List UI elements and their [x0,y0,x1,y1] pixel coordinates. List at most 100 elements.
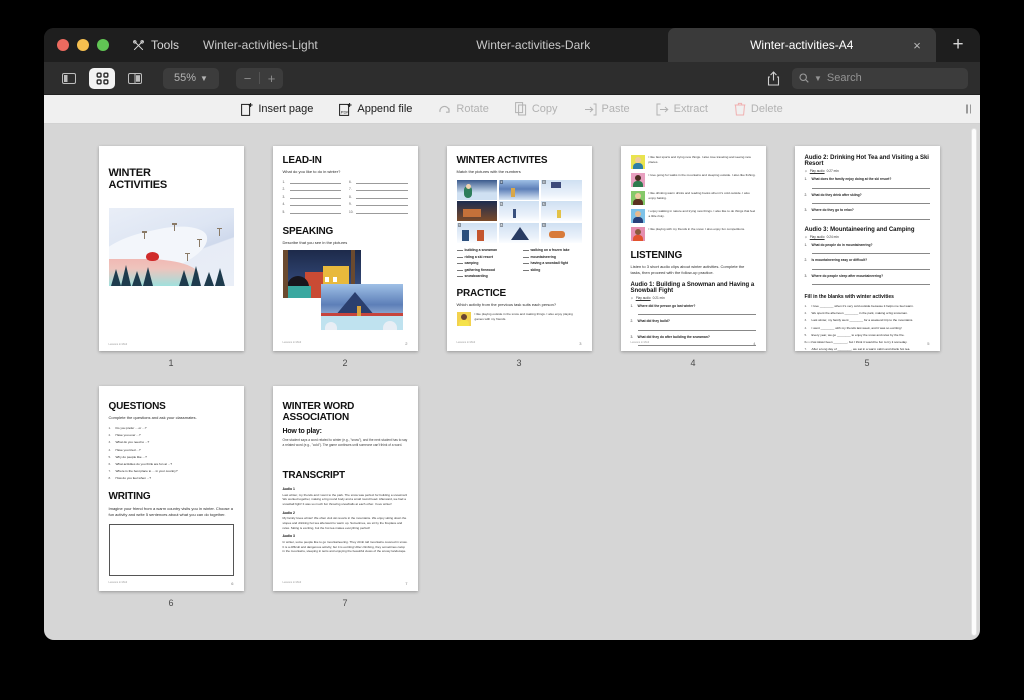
thumbnail-cell-3[interactable]: WINTER ACTIVITES Match the pictures with… [432,146,606,368]
page-thumbnail-5[interactable]: Audio 2: Drinking Hot Tea and Visiting a… [794,146,940,351]
page-action-bar: Insert page PDF Append file Rotate Copy … [44,95,980,124]
thumbnail-grid: WINTER ACTIVITIES Lessons in Mind 1 LEAD… [44,124,980,626]
paste-button[interactable]: Paste [584,103,630,116]
tools-button[interactable]: Tools [122,38,189,52]
footer-left: Lessons in Mind [108,343,128,346]
writing-answer-box[interactable] [108,524,234,577]
avatar [630,173,645,187]
window-controls [44,28,122,62]
tab-label: Winter-activities-Light [203,38,318,52]
tools-icon [133,39,144,50]
footer-left: Lessons in Mind [630,341,650,344]
page-thumbnail-2[interactable]: LEAD-IN What do you like to do in winter… [272,146,418,351]
rotate-label: Rotate [456,103,489,115]
page-thumbnail-7[interactable]: WINTER WORD ASSOCIATION How to play: One… [272,386,418,591]
dual-page-view-button[interactable] [122,68,148,89]
audio-2-questions: 1. What does the family enjoy doing at th… [805,177,930,220]
thumbnail-cell-1[interactable]: WINTER ACTIVITIES Lessons in Mind 1 [84,146,258,368]
zoom-level-select[interactable]: 55% ▼ [163,67,219,89]
play-audio-label[interactable]: Play audio [636,296,651,300]
share-button[interactable] [761,67,785,89]
new-tab-button[interactable]: + [936,28,980,62]
zoom-out-button[interactable]: − [236,71,259,86]
word-association-heading-line1: WINTER WORD [282,401,355,412]
close-window-button[interactable] [57,39,69,51]
tile-number: 6 [541,201,546,206]
search-scope-chevron-icon[interactable]: ▼ [814,74,822,83]
thumbnail-cell-6[interactable]: QUESTIONS Complete the questions and ask… [84,386,258,608]
tab-winter-activities-a4[interactable]: Winter-activities-A4 × [667,28,937,62]
practice-prompt: Which activity from the previous task su… [456,302,557,308]
main-toolbar: 55% ▼ − + ▼ Search [44,62,980,95]
word-item: camping [464,261,479,266]
trash-icon [734,102,746,116]
audio-3-play-link[interactable]: ♬ Play audio 0:24 min [805,235,930,239]
activity-word-list: building a snowman riding a ski resort c… [456,248,582,281]
question-text: How do you feel when ...? [115,476,152,481]
minimize-window-button[interactable] [77,39,89,51]
audio-1-play-link[interactable]: ♬ Play audio 0:21 min [631,296,756,300]
page-thumbnail-6[interactable]: QUESTIONS Complete the questions and ask… [98,386,244,591]
activity-tile: 6 [540,201,582,222]
play-audio-label[interactable]: Play audio [810,169,825,173]
question-text: What do you need to ...? [115,440,150,445]
question-text: Where do people sleep after mountaineeri… [811,273,884,278]
audio-2-play-link[interactable]: ♬ Play audio 0:27 min [805,169,930,173]
delete-button[interactable]: Delete [734,102,783,116]
avatar [630,227,645,241]
page-footer: Lessons in Mind 5 [805,341,930,346]
line-number: 5. [282,209,286,214]
question-text: What does the family enjoy doing at the … [811,177,892,181]
maximize-window-button[interactable] [97,39,109,51]
copy-button[interactable]: Copy [514,102,558,116]
footer-page-number: 2 [405,341,408,346]
zoom-stepper[interactable]: − + [236,67,283,89]
thumbnail-cell-7[interactable]: WINTER WORD ASSOCIATION How to play: One… [258,386,432,608]
scrollbar-thumb[interactable] [971,128,977,636]
play-audio-label[interactable]: Play audio [810,235,825,239]
transcript-label: Audio 2 [282,510,295,515]
activity-tile: 1 [456,179,498,200]
person-text: I enjoy walking in nature and trying new… [648,209,756,218]
zoom-in-button[interactable]: + [260,71,283,86]
tab-winter-activities-light[interactable]: Winter-activities-Light [189,28,399,62]
transcript-text: Last winter, my friends and I went to th… [282,492,408,507]
append-file-button[interactable]: PDF Append file [339,102,412,116]
footer-left: Lessons in Mind [108,581,128,584]
grid-view-button[interactable] [89,67,115,89]
close-icon[interactable]: × [910,38,924,53]
question-text: Where is the best place to ... in your c… [115,469,178,474]
question-text: Have you tried ...? [115,447,141,452]
question-text: What activities do you think are fun at … [115,461,173,466]
activity-tile: 4 [456,201,498,222]
line-number: 9. [349,202,352,207]
question-text: What did they build? [637,319,670,324]
page-thumbnail-area[interactable]: WINTER ACTIVITIES Lessons in Mind 1 LEAD… [44,124,980,640]
insert-page-button[interactable]: Insert page [241,102,313,116]
tab-winter-activities-dark[interactable]: Winter-activities-Dark [399,28,668,62]
page-thumbnail-4[interactable]: I like fast sports and trying new things… [620,146,766,351]
how-to-play-heading: How to play: [282,428,322,436]
vertical-scrollbar[interactable] [971,128,977,636]
page-number-label: 7 [342,598,348,608]
speaking-prompt: Describe that you see in the pictures [282,240,348,246]
thumbnail-cell-5[interactable]: Audio 2: Drinking Hot Tea and Visiting a… [780,146,954,368]
person-text: I like fast sports and trying new things… [648,155,751,164]
extract-button[interactable]: Extract [656,103,708,116]
question-text: Is mountaineering easy or difficult? [811,258,868,262]
transcript-label: Audio 1 [282,487,295,492]
toolbar-grip-icon[interactable] [966,104,971,114]
cover-illustration [108,207,234,286]
thumbnail-cell-4[interactable]: I like fast sports and trying new things… [606,146,780,368]
thumbnail-cell-2[interactable]: LEAD-IN What do you like to do in winter… [258,146,432,368]
winter-activites-heading: WINTER ACTIVITES [456,155,548,166]
page-footer: Lessons in Mind 4 [631,341,756,346]
tab-label: Winter-activities-A4 [750,38,854,52]
page-thumbnail-1[interactable]: WINTER ACTIVITIES Lessons in Mind [98,146,244,351]
page-thumbnail-3[interactable]: WINTER ACTIVITES Match the pictures with… [446,146,592,351]
search-input[interactable]: ▼ Search [792,67,968,89]
sidebar-view-button[interactable] [56,68,82,89]
person-text: I love going for walks in the mountains … [648,173,756,177]
rotate-button[interactable]: Rotate [438,103,489,116]
transcript-label: Audio 3 [282,534,295,539]
